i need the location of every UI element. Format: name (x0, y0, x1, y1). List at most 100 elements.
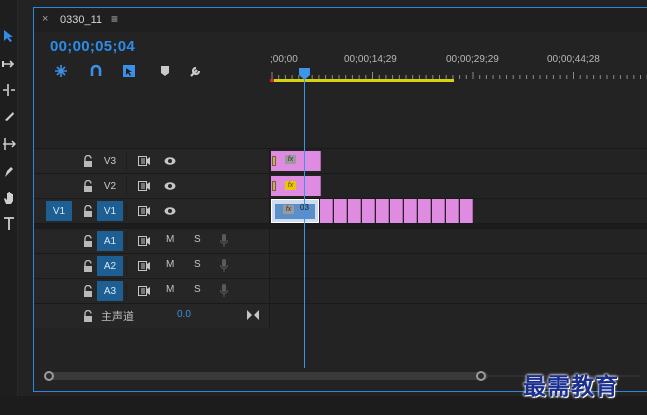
playhead-handle[interactable] (299, 68, 310, 80)
track-header-a2: A2 M S (34, 254, 270, 278)
track-lane-v3[interactable]: fx (271, 149, 647, 173)
clip-edge-handle[interactable] (272, 156, 276, 166)
track-lane-a2[interactable] (271, 254, 647, 278)
clip-segment[interactable] (432, 199, 445, 223)
sync-lock-icon[interactable] (138, 156, 150, 166)
marker-icon[interactable] (158, 64, 172, 78)
ruler-label: ;00;00 (270, 54, 298, 65)
mute-button[interactable]: M (166, 284, 174, 295)
slip-tool-icon[interactable] (0, 132, 18, 156)
track-lane-v1[interactable]: fx 03 (271, 199, 647, 223)
track-header-a1: A1 M S (34, 229, 270, 253)
track-select-tool-icon[interactable] (0, 52, 18, 76)
clip-edge-handle[interactable] (272, 181, 276, 191)
divider (126, 257, 127, 275)
clip-v3[interactable]: fx (271, 151, 321, 171)
track-lane-v2[interactable]: fx (271, 174, 647, 198)
lock-icon[interactable] (83, 310, 93, 322)
track-header-v2: V2 (34, 174, 270, 198)
ruler-label: 00;00;14;29 (344, 54, 397, 65)
sync-lock-icon[interactable] (138, 236, 150, 246)
clip-segment[interactable] (348, 199, 361, 223)
clip-thumbnail (275, 204, 315, 219)
mute-button[interactable]: M (166, 234, 174, 245)
lock-icon[interactable] (83, 155, 93, 167)
go-to-in-out-icon[interactable] (247, 310, 259, 320)
track-row-master: 主声道 0.0 (34, 303, 647, 328)
sync-lock-icon[interactable] (138, 181, 150, 191)
track-lane-a3[interactable] (271, 279, 647, 303)
wrench-icon[interactable] (189, 64, 203, 78)
track-row-v3: V3 fx (34, 148, 647, 173)
clip-segment[interactable] (376, 199, 389, 223)
clip-segment[interactable] (460, 199, 473, 223)
clip-v1-selected[interactable]: fx 03 (271, 199, 319, 223)
divider (126, 202, 127, 220)
track-header-master: 主声道 0.0 (34, 304, 270, 328)
sequence-tab-title[interactable]: 0330_11 (60, 14, 102, 26)
razor-tool-icon[interactable] (0, 104, 18, 128)
timeline-panel: × 0330_11 ≡ 00;00;05;04 ;00;00 00;00;14;… (33, 7, 647, 392)
track-name-a3[interactable]: A3 (97, 281, 123, 301)
snap-insert-icon[interactable] (54, 64, 68, 78)
solo-button[interactable]: S (194, 234, 201, 245)
microphone-icon[interactable] (220, 284, 228, 298)
clip-segment[interactable] (362, 199, 375, 223)
playhead-line (303, 78, 305, 368)
playhead-timecode[interactable]: 00;00;05;04 (50, 38, 135, 55)
lock-icon[interactable] (83, 180, 93, 192)
linked-selection-icon[interactable] (122, 64, 136, 78)
clip-v2[interactable]: fx (271, 176, 321, 196)
track-row-a1: A1 M S (34, 228, 647, 253)
selection-tool-icon[interactable] (0, 24, 18, 48)
solo-button[interactable]: S (194, 259, 201, 270)
time-ruler[interactable]: ;00;00 00;00;14;29 00;00;29;29 00;00;44;… (270, 48, 647, 84)
fx-badge: fx (285, 155, 296, 164)
sync-lock-icon[interactable] (138, 286, 150, 296)
eye-icon[interactable] (164, 156, 176, 166)
ripple-edit-tool-icon[interactable] (0, 78, 18, 102)
lock-icon[interactable] (83, 285, 93, 297)
scrollbar-right-handle[interactable] (476, 371, 486, 381)
solo-button[interactable]: S (194, 284, 201, 295)
clip-segment[interactable] (334, 199, 347, 223)
sync-lock-icon[interactable] (138, 206, 150, 216)
source-patch-v1[interactable]: V1 (46, 201, 72, 221)
panel-menu-icon[interactable]: ≡ (111, 12, 118, 26)
master-track-label: 主声道 (101, 311, 134, 323)
clip-segment[interactable] (390, 199, 403, 223)
eye-icon[interactable] (164, 206, 176, 216)
magnet-icon[interactable] (89, 64, 103, 78)
track-name-a2[interactable]: A2 (97, 256, 123, 276)
track-lane-a1[interactable] (271, 229, 647, 253)
pen-tool-icon[interactable] (0, 160, 18, 184)
scrollbar-left-handle[interactable] (44, 371, 54, 381)
clip-segment[interactable] (446, 199, 459, 223)
fx-badge: fx (285, 181, 296, 190)
hand-tool-icon[interactable] (0, 186, 18, 210)
lock-icon[interactable] (83, 260, 93, 272)
clip-segment[interactable] (404, 199, 417, 223)
divider (126, 282, 127, 300)
track-name-v1[interactable]: V1 (97, 201, 123, 221)
clip-segment[interactable] (418, 199, 431, 223)
mute-button[interactable]: M (166, 259, 174, 270)
track-lane-master[interactable] (271, 304, 647, 328)
eye-icon[interactable] (164, 181, 176, 191)
master-volume-value[interactable]: 0.0 (177, 309, 191, 320)
microphone-icon[interactable] (220, 234, 228, 248)
lock-icon[interactable] (83, 205, 93, 217)
microphone-icon[interactable] (220, 259, 228, 273)
sync-lock-icon[interactable] (138, 261, 150, 271)
watermark-logo: 最需教育 (523, 373, 619, 400)
tab-close-button[interactable]: × (42, 13, 48, 25)
clip-segment[interactable] (320, 199, 333, 223)
scrollbar-thumb[interactable] (48, 372, 488, 380)
type-tool-icon[interactable] (0, 212, 18, 236)
divider (126, 232, 127, 250)
lock-icon[interactable] (83, 235, 93, 247)
track-row-a2: A2 M S (34, 253, 647, 278)
track-name-v2[interactable]: V2 (97, 176, 123, 196)
track-name-v3[interactable]: V3 (97, 151, 123, 171)
track-name-a1[interactable]: A1 (97, 231, 123, 251)
